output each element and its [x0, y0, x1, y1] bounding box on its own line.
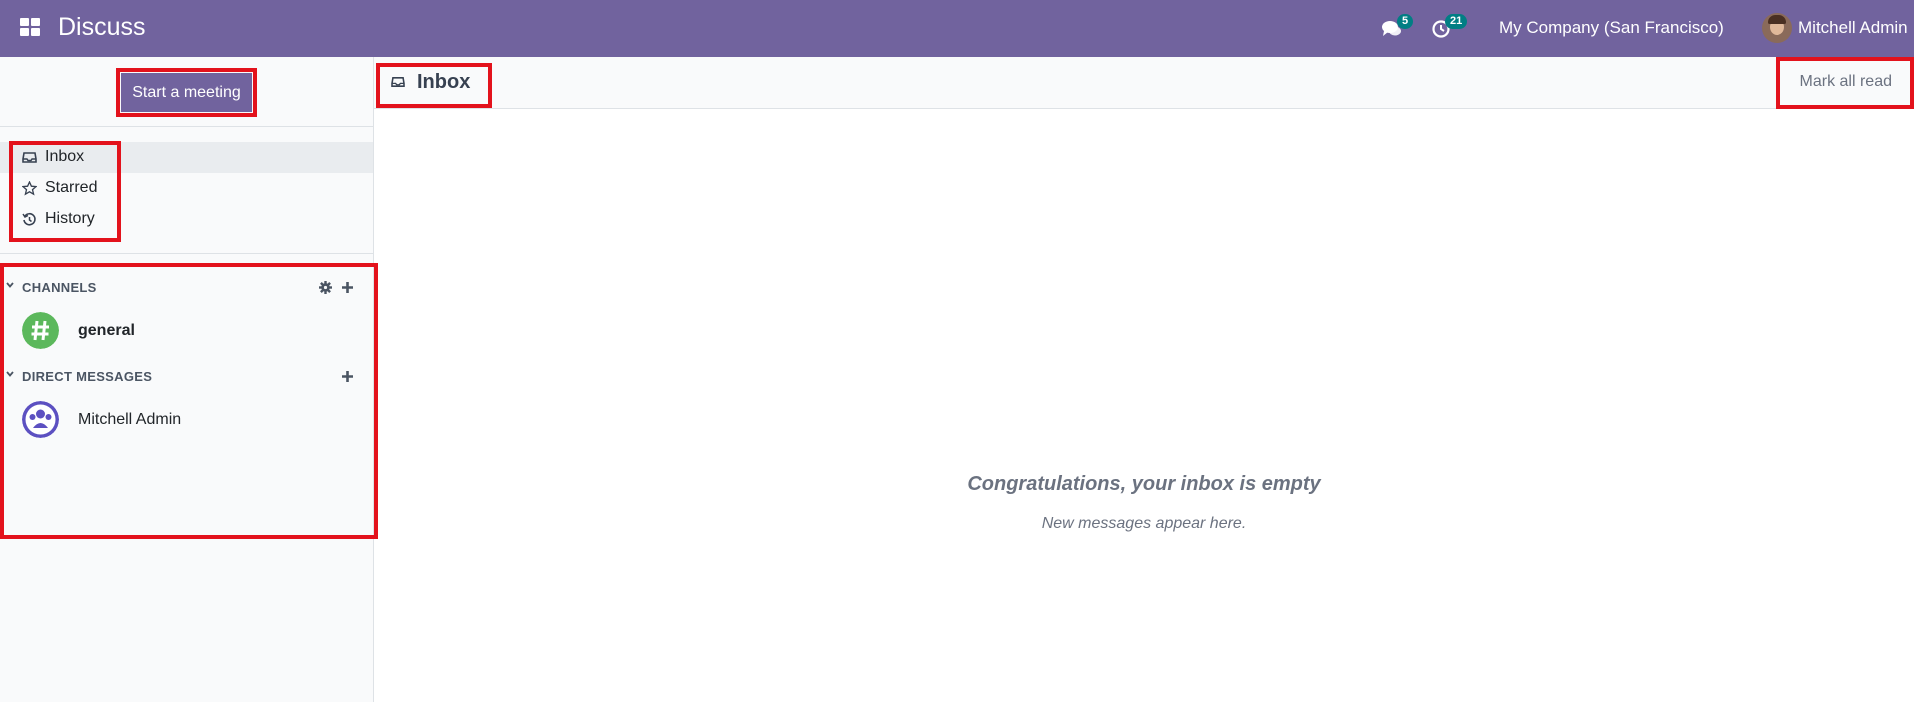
app-title: Discuss	[58, 13, 146, 41]
page-title: Inbox	[417, 71, 471, 93]
user-group-icon	[22, 401, 59, 438]
channels-category: CHANNELS	[0, 276, 373, 300]
channel-name: general	[78, 322, 135, 339]
sidebar-item-inbox[interactable]: Inbox	[0, 142, 373, 173]
add-chat-icon[interactable]	[340, 369, 355, 384]
sidebar-item-label: Starred	[45, 179, 98, 196]
inbox-icon	[22, 152, 37, 163]
channels-label[interactable]: CHANNELS	[22, 280, 97, 295]
sidebar-item-history[interactable]: History	[0, 204, 373, 235]
chevron-down-icon[interactable]	[5, 369, 15, 379]
empty-state-subtitle: New messages appear here.	[1041, 515, 1247, 532]
messages-menu[interactable]: 5	[1381, 14, 1414, 42]
avatar	[1762, 13, 1792, 43]
sidebar-item-starred[interactable]: Starred	[0, 173, 373, 204]
user-name: Mitchell Admin	[1798, 18, 1908, 37]
sidebar-item-label: Inbox	[45, 148, 85, 165]
apps-menu-icon[interactable]	[20, 18, 40, 38]
company-switcher[interactable]: My Company (San Francisco)	[1499, 18, 1724, 38]
divider	[0, 126, 373, 127]
activities-menu[interactable]: 21	[1431, 14, 1468, 42]
start-meeting-button[interactable]: Start a meeting	[121, 73, 252, 112]
main-header: Inbox Mark all read	[374, 57, 1914, 109]
inbox-icon	[391, 77, 405, 87]
top-navbar: Discuss 5 21 My Company (San Francisco) …	[0, 0, 1914, 57]
chevron-down-icon[interactable]	[5, 280, 15, 290]
dm-name: Mitchell Admin	[78, 411, 182, 428]
channel-item-general[interactable]: general	[0, 307, 373, 355]
hashtag-icon	[22, 312, 59, 349]
dm-item-mitchell-admin[interactable]: Mitchell Admin	[0, 396, 373, 444]
messages-badge: 5	[1397, 14, 1414, 29]
discuss-sidebar: Start a meeting Inbox Starred History CH…	[0, 57, 378, 702]
direct-messages-label[interactable]: DIRECT MESSAGES	[22, 369, 152, 384]
history-icon	[22, 212, 36, 226]
add-channel-icon[interactable]	[340, 280, 355, 295]
sidebar-item-label: History	[45, 210, 95, 227]
activities-badge: 21	[1445, 14, 1468, 29]
user-menu[interactable]: Mitchell Admin	[1762, 11, 1908, 45]
mark-all-read-button[interactable]: Mark all read	[1800, 73, 1892, 91]
divider	[0, 253, 373, 254]
star-icon	[22, 181, 37, 196]
direct-messages-category: DIRECT MESSAGES	[0, 365, 373, 389]
empty-state-title: Congratulations, your inbox is empty	[967, 473, 1321, 495]
gear-icon[interactable]	[318, 280, 333, 295]
